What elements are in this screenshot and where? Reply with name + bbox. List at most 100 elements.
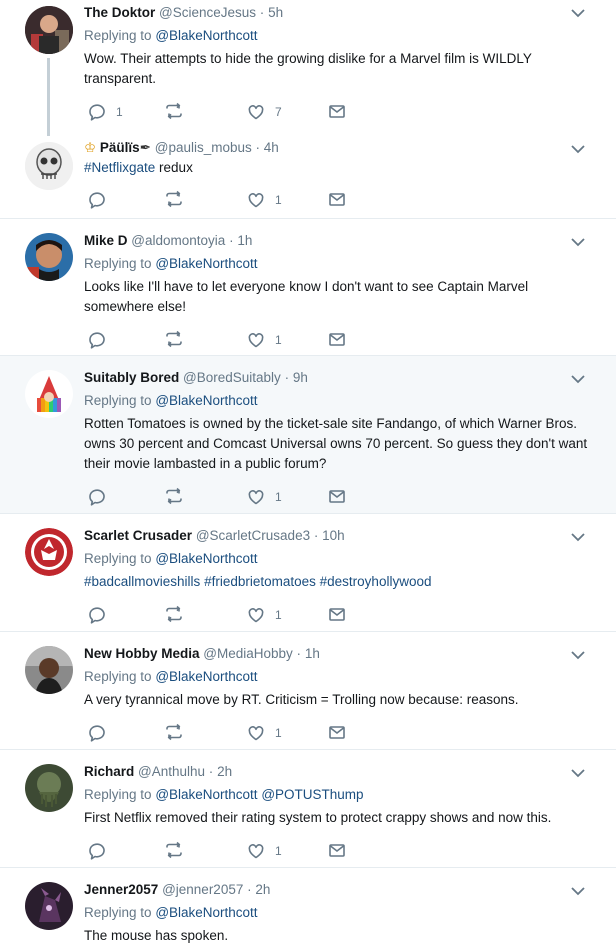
replying-to-label: Replying to	[84, 551, 152, 566]
author-handle[interactable]: @jenner2057	[162, 882, 243, 897]
tweet[interactable]: ♔ Päülïs✒ @paulis_mobus · 4h #Netflixgat…	[0, 126, 616, 219]
tweet-text: A very tyrannical move by RT. Criticism …	[84, 692, 519, 707]
tweet[interactable]: Jenner2057 @jenner2057 · 2h Replying to …	[0, 868, 616, 952]
avatar[interactable]	[25, 528, 73, 576]
message-button[interactable]	[327, 487, 347, 507]
timestamp[interactable]: 9h	[293, 370, 308, 385]
author-handle[interactable]: @ScarletCrusade3	[196, 528, 310, 543]
author-handle[interactable]: @MediaHobby	[203, 646, 293, 661]
mention-link[interactable]: @BlakeNorthcott	[155, 393, 257, 408]
tweet[interactable]: The Doktor @ScienceJesus · 5h Replying t…	[0, 0, 616, 136]
tweet-actions: 1	[84, 605, 598, 627]
tweet[interactable]: New Hobby Media @MediaHobby · 1h Replyin…	[0, 632, 616, 750]
tweet[interactable]: Mike D @aldomontoyia · 1h Replying to @B…	[0, 219, 616, 356]
hashtag-link[interactable]: #badcallmovieshills	[84, 574, 200, 589]
tweet[interactable]: Suitably Bored @BoredSuitably · 9h Reply…	[0, 356, 616, 514]
avatar[interactable]	[25, 882, 73, 930]
reply-button[interactable]	[87, 487, 116, 507]
author-name[interactable]: New Hobby Media	[84, 646, 200, 661]
like-button[interactable]: 7	[246, 102, 282, 122]
chevron-down-icon[interactable]	[570, 374, 586, 384]
chevron-down-icon[interactable]	[570, 8, 586, 18]
avatar[interactable]	[25, 764, 73, 812]
chevron-down-icon[interactable]	[570, 532, 586, 542]
message-button[interactable]	[327, 330, 347, 350]
timestamp[interactable]: 2h	[217, 764, 232, 779]
message-button[interactable]	[327, 102, 347, 122]
tweet[interactable]: Richard @Anthulhu · 2h Replying to @Blak…	[0, 750, 616, 868]
like-count: 1	[275, 490, 282, 504]
reply-button[interactable]	[87, 841, 116, 861]
reply-button[interactable]: 1	[87, 102, 123, 122]
hashtag-link[interactable]: #destroyhollywood	[320, 574, 432, 589]
like-button[interactable]: 1	[246, 841, 282, 861]
mention-link[interactable]: @BlakeNorthcott	[155, 551, 257, 566]
timestamp[interactable]: 4h	[264, 140, 279, 155]
author-name[interactable]: Jenner2057	[84, 882, 158, 897]
tweet[interactable]: Scarlet Crusader @ScarletCrusade3 · 10h …	[0, 514, 616, 632]
author-handle[interactable]: @BoredSuitably	[183, 370, 281, 385]
timestamp[interactable]: 10h	[322, 528, 345, 543]
timestamp[interactable]: 2h	[255, 882, 270, 897]
chevron-down-icon[interactable]	[570, 768, 586, 778]
avatar[interactable]	[25, 233, 73, 281]
author-name[interactable]: Scarlet Crusader	[84, 528, 192, 543]
avatar[interactable]	[25, 370, 73, 418]
author-name[interactable]: Mike D	[84, 233, 128, 248]
like-button[interactable]: 1	[246, 723, 282, 743]
chevron-down-icon[interactable]	[570, 144, 586, 154]
timestamp[interactable]: 5h	[268, 5, 283, 20]
retweet-button[interactable]	[164, 841, 193, 861]
hashtag-link[interactable]: #Netflixgate	[84, 160, 155, 175]
separator: ·	[259, 5, 265, 20]
reply-button[interactable]	[87, 723, 116, 743]
mention-link[interactable]: @BlakeNorthcott	[155, 28, 257, 43]
retweet-button[interactable]	[164, 190, 193, 210]
author-handle[interactable]: @paulis_mobus	[155, 140, 252, 155]
chevron-down-icon[interactable]	[570, 237, 586, 247]
chevron-down-icon[interactable]	[570, 886, 586, 896]
like-button[interactable]: 1	[246, 605, 282, 625]
mention-link[interactable]: @BlakeNorthcott	[155, 787, 257, 802]
avatar[interactable]	[25, 646, 73, 694]
like-button[interactable]: 1	[246, 330, 282, 350]
timestamp[interactable]: 1h	[237, 233, 252, 248]
retweet-button[interactable]	[164, 723, 193, 743]
tweet-text: First Netflix removed their rating syste…	[84, 810, 552, 825]
mention-link[interactable]: @BlakeNorthcott	[155, 905, 257, 920]
tweet-text: #badcallmovieshills #friedbrietomatoes #…	[84, 572, 598, 592]
avatar[interactable]	[25, 142, 73, 190]
author-name[interactable]: Richard	[84, 764, 134, 779]
author-handle[interactable]: @Anthulhu	[138, 764, 205, 779]
retweet-button[interactable]	[164, 487, 193, 507]
author-name[interactable]: The Doktor	[84, 5, 155, 20]
mention-link[interactable]: @BlakeNorthcott	[155, 256, 257, 271]
hashtag-link[interactable]: #friedbrietomatoes	[204, 574, 316, 589]
chevron-down-icon[interactable]	[570, 650, 586, 660]
mention-link[interactable]: @BlakeNorthcott	[155, 669, 257, 684]
replying-to: Replying to @BlakeNorthcott	[84, 903, 598, 923]
separator: ·	[255, 140, 261, 155]
reply-button[interactable]	[87, 605, 116, 625]
message-button[interactable]	[327, 723, 347, 743]
author-handle[interactable]: @aldomontoyia	[131, 233, 225, 248]
like-icon	[248, 608, 264, 623]
message-button[interactable]	[327, 841, 347, 861]
message-button[interactable]	[327, 605, 347, 625]
mention-link[interactable]: @POTUSThump	[261, 787, 363, 802]
retweet-button[interactable]	[164, 330, 193, 350]
reply-button[interactable]	[87, 330, 116, 350]
author-name[interactable]: Suitably Bored	[84, 370, 179, 385]
timestamp[interactable]: 1h	[305, 646, 320, 661]
author-name[interactable]: Päülïs	[100, 140, 140, 155]
avatar[interactable]	[25, 6, 73, 54]
reply-button[interactable]	[87, 190, 116, 210]
like-button[interactable]: 1	[246, 487, 282, 507]
author-handle[interactable]: @ScienceJesus	[159, 5, 256, 20]
tweet-text: Rotten Tomatoes is owned by the ticket-s…	[84, 416, 588, 471]
replying-to-label: Replying to	[84, 787, 152, 802]
retweet-button[interactable]	[164, 605, 193, 625]
retweet-button[interactable]	[164, 102, 193, 122]
like-button[interactable]: 1	[246, 190, 282, 210]
message-button[interactable]	[327, 190, 347, 210]
